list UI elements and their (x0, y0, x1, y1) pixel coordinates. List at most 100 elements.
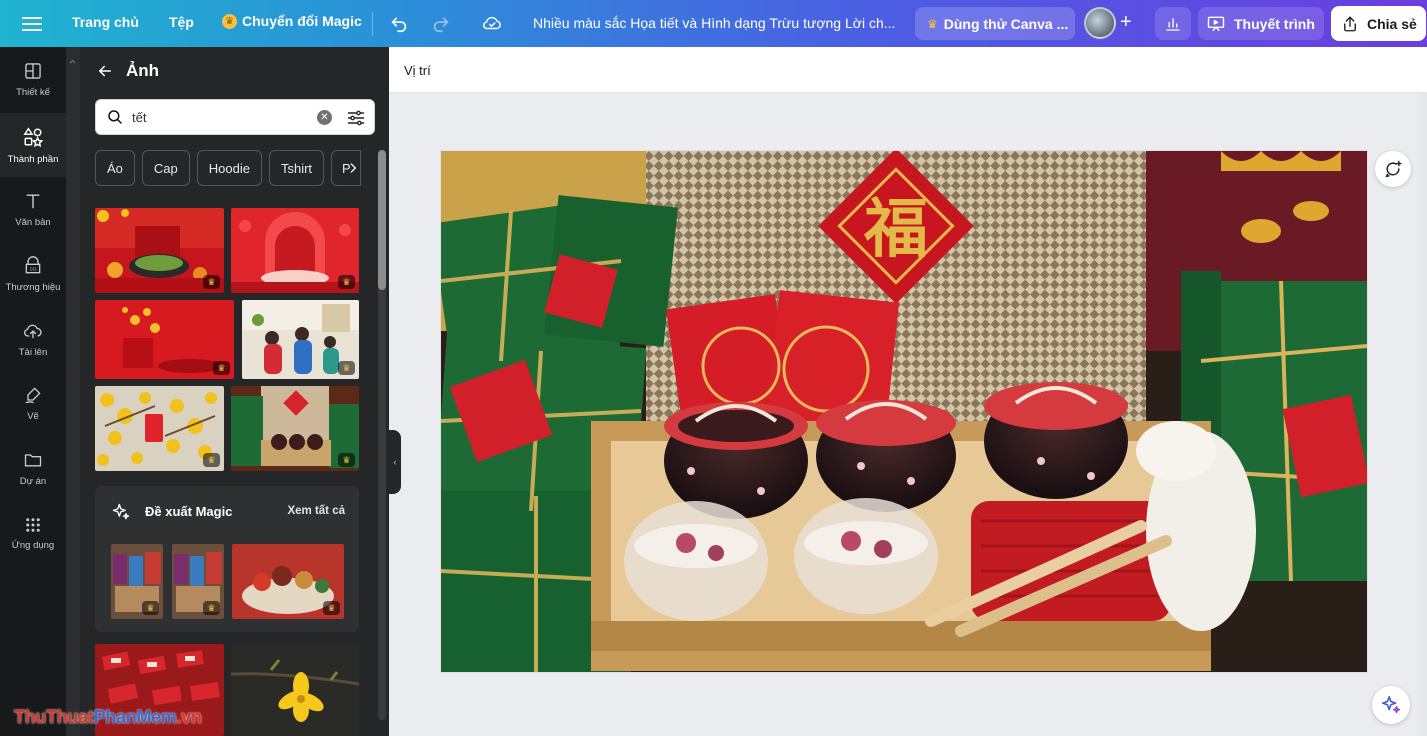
filter-icon[interactable] (346, 108, 366, 128)
file-menu[interactable]: Tệp (169, 14, 194, 30)
panel-header: Ảnh (96, 61, 159, 81)
rail-label: Dự án (19, 475, 47, 487)
magic-assistant-button[interactable] (1372, 686, 1410, 724)
panel-gutter (66, 47, 80, 736)
clear-search-icon[interactable]: ✕ (317, 110, 332, 125)
shapes-icon (23, 126, 44, 147)
rail-item-upload[interactable]: Tải lên (0, 307, 66, 371)
rail-item-projects[interactable]: Dự án (0, 436, 66, 500)
draw-icon (25, 387, 41, 403)
tet-gift-tray-image: 福 (441, 151, 1367, 672)
pro-crown-icon: ♛ (338, 453, 355, 467)
rail-label: Thiết kế (16, 86, 50, 98)
watermark-part: .vn (176, 707, 202, 727)
share-button[interactable]: Chia sẻ (1331, 6, 1426, 41)
editor-toolbar: Vị trí (389, 47, 1427, 93)
chip-hoodie[interactable]: Hoodie (196, 150, 262, 186)
watermark-part: ThuThuat (14, 707, 94, 727)
sparkle-icon (112, 503, 130, 520)
collapse-panel-handle[interactable]: ‹ (389, 430, 401, 494)
brand-icon: CO. (25, 255, 41, 273)
add-collaborator-icon[interactable]: + (1120, 11, 1132, 34)
rail-label: Vẽ (27, 410, 39, 422)
redo-icon[interactable] (430, 12, 452, 34)
rail-item-brand[interactable]: CO. Thương hiệu (0, 242, 66, 306)
share-label: Chia sẻ (1367, 15, 1417, 32)
avatar[interactable] (1084, 7, 1116, 39)
position-button[interactable]: Vị trí (404, 63, 431, 78)
crown-icon: ♛ (222, 13, 237, 29)
watermark-part: PhanMem (93, 707, 177, 727)
add-comment-button[interactable] (1375, 151, 1411, 187)
analytics-button[interactable] (1155, 7, 1191, 40)
rail-item-elements[interactable]: Thành phần (0, 113, 66, 177)
svg-text:CO.: CO. (30, 266, 37, 271)
editor-scrollbar[interactable] (1419, 93, 1427, 736)
chip-more[interactable]: P (331, 150, 361, 186)
left-rail: Thiết kế Thành phần Văn bản CO. Thương h… (0, 47, 66, 736)
home-link[interactable]: Trang chủ (72, 14, 139, 30)
present-label: Thuyết trình (1234, 15, 1315, 32)
text-icon (26, 193, 40, 208)
present-icon (1207, 16, 1225, 31)
magic-photo[interactable]: ♛ (172, 544, 224, 619)
crown-icon: ♛ (927, 16, 938, 31)
back-arrow-icon[interactable] (96, 62, 114, 80)
comment-add-icon (1385, 160, 1402, 178)
top-bar: Trang chủ Tệp ♛ Chuyển đổi Magic Nhiều m… (0, 0, 1427, 47)
rail-label: Văn bản (15, 216, 51, 228)
photo-result[interactable]: ♛ (95, 208, 224, 293)
try-canva-pro-button[interactable]: ♛ Dùng thử Canva ... (915, 7, 1075, 40)
photo-result[interactable]: ♛ (231, 386, 359, 471)
try-canva-label: Dùng thử Canva ... (943, 15, 1069, 32)
layout-icon (25, 62, 41, 79)
rail-label: Ứng dụng (11, 539, 55, 551)
divider (372, 12, 373, 36)
document-title[interactable]: Nhiều màu sắc Họa tiết và Hình dạng Trừu… (533, 15, 895, 31)
photo-result[interactable]: ♛ (242, 300, 359, 379)
rail-item-design[interactable]: Thiết kế (0, 47, 66, 111)
rail-label: Thương hiệu (5, 281, 61, 293)
folder-icon (24, 453, 42, 466)
share-icon (1344, 16, 1356, 31)
photo-result[interactable]: ♛ (95, 386, 224, 471)
search-input[interactable] (132, 109, 312, 125)
magic-photo[interactable]: ♛ (232, 544, 344, 619)
photo-result[interactable] (231, 644, 359, 736)
magic-switch-button[interactable]: ♛ Chuyển đổi Magic (222, 13, 362, 29)
undo-icon[interactable] (388, 12, 410, 34)
magic-sparkle-icon (1381, 695, 1401, 714)
scroll-thumb[interactable] (378, 150, 386, 290)
cloud-saved-icon[interactable] (481, 12, 503, 34)
chevron-right-icon[interactable] (346, 161, 360, 175)
pro-crown-icon: ♛ (338, 275, 355, 289)
panel-scrollbar[interactable] (375, 136, 389, 736)
magic-suggestions-title: Đề xuất Magic (145, 504, 233, 519)
present-button[interactable]: Thuyết trình (1198, 7, 1324, 40)
pro-crown-icon: ♛ (323, 601, 340, 615)
design-canvas[interactable]: 福 (441, 151, 1367, 672)
magic-switch-label: Chuyển đổi Magic (242, 13, 362, 29)
rail-label: Thành phần (7, 153, 59, 165)
apps-icon (26, 517, 40, 532)
rail-item-draw[interactable]: Vẽ (0, 371, 66, 435)
chip-cap[interactable]: Cap (141, 150, 190, 186)
photo-result[interactable]: ♛ (95, 300, 234, 379)
rail-item-text[interactable]: Văn bản (0, 177, 66, 241)
yellow-blossom-photo (231, 644, 359, 736)
pro-crown-icon: ♛ (213, 361, 230, 375)
pro-crown-icon: ♛ (203, 601, 220, 615)
watermark: ThuThuatPhanMem.vn (14, 707, 202, 728)
menu-icon[interactable] (22, 14, 42, 32)
suggestion-chips: Áo Cap Hoodie Tshirt (95, 150, 325, 186)
photo-result[interactable]: ♛ (231, 208, 359, 293)
search-icon (108, 110, 122, 124)
chip-ao[interactable]: Áo (95, 150, 135, 186)
upload-icon (24, 324, 42, 338)
chip-tshirt[interactable]: Tshirt (268, 150, 325, 186)
search-box: ✕ (95, 99, 375, 135)
magic-photo[interactable]: ♛ (111, 544, 163, 619)
see-all-link[interactable]: Xem tất cả (287, 505, 345, 517)
scroll-up-arrow-icon[interactable] (69, 57, 76, 71)
rail-item-apps[interactable]: Ứng dụng (0, 501, 66, 565)
